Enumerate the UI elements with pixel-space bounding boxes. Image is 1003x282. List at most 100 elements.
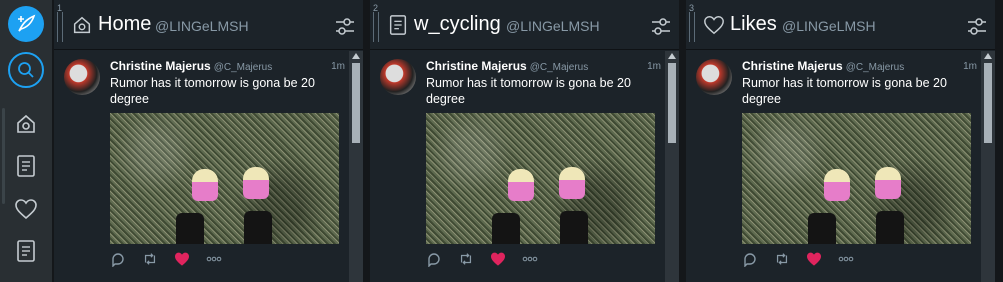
scroll-up-arrow[interactable]: [352, 53, 360, 59]
nav-item-likes[interactable]: [12, 195, 40, 223]
heart-filled-icon: [175, 252, 189, 266]
settings-sliders-icon[interactable]: [332, 13, 358, 39]
reply-icon: [112, 253, 124, 267]
tweet-time[interactable]: 1m: [647, 61, 661, 72]
column-handle: @LINGeLMSH: [155, 18, 249, 34]
column-drag-handle[interactable]: [57, 12, 63, 42]
reply-button[interactable]: [742, 251, 758, 267]
column-header: 3 Likes @LINGeLMSH: [686, 0, 995, 50]
reply-icon: [744, 253, 756, 267]
tweet-author[interactable]: Christine Majerus @C_Majerus: [742, 59, 904, 73]
scroll-up-arrow[interactable]: [668, 53, 676, 59]
author-name[interactable]: Christine Majerus: [110, 59, 211, 73]
like-button[interactable]: [174, 251, 190, 267]
scroll-thumb[interactable]: [984, 63, 992, 143]
settings-sliders-icon[interactable]: [964, 13, 990, 39]
retweet-icon: [460, 253, 472, 265]
media-shoe-left: [824, 169, 850, 201]
media-shoe-right: [243, 167, 269, 199]
retweet-button[interactable]: [458, 251, 474, 267]
tweet-media-image[interactable]: [110, 113, 339, 244]
nav-item-list-2[interactable]: [12, 237, 40, 265]
column-header: 1 Home @LINGeLMSH: [54, 0, 363, 50]
column-handle: @LINGeLMSH: [506, 18, 600, 34]
search-button[interactable]: [8, 52, 44, 88]
heart-icon: [15, 199, 37, 220]
media-leg-left: [176, 213, 204, 244]
nav-scrollbar[interactable]: [2, 108, 5, 204]
author-name[interactable]: Christine Majerus: [426, 59, 527, 73]
media-leg-left: [492, 213, 520, 244]
media-shoe-left: [192, 169, 218, 201]
author-handle[interactable]: @C_Majerus: [214, 62, 273, 73]
avatar[interactable]: [696, 59, 732, 95]
like-button[interactable]: [806, 251, 822, 267]
column-scrollbar[interactable]: [981, 51, 995, 282]
settings-sliders-icon[interactable]: [648, 13, 674, 39]
avatar[interactable]: [64, 59, 100, 95]
heart-filled-icon: [491, 252, 505, 266]
more-button[interactable]: [206, 251, 222, 267]
column-title: Likes: [730, 13, 777, 35]
column-likes: 3 Likes @LINGeLMSH Christine Majerus @C_M…: [686, 0, 995, 282]
media-leg-right: [244, 211, 272, 244]
tweet-actions: [110, 251, 238, 267]
search-icon: [18, 62, 34, 78]
compose-feather-icon: [18, 14, 36, 32]
retweet-button[interactable]: [774, 251, 790, 267]
like-button[interactable]: [490, 251, 506, 267]
author-handle[interactable]: @C_Majerus: [846, 62, 905, 73]
list-icon: [17, 240, 35, 262]
tweet-text: Rumor has it tomorrow is gona be 20 degr…: [742, 76, 947, 106]
column-home: 1 Home @LINGeLMSH Christine Majerus @C_Ma…: [54, 0, 363, 282]
more-dots-icon: [522, 256, 538, 262]
home-icon: [17, 114, 35, 133]
column-title: Home: [98, 13, 152, 35]
tweet-time[interactable]: 1m: [331, 61, 345, 72]
more-dots-icon: [838, 256, 854, 262]
more-button[interactable]: [838, 251, 854, 267]
compose-button[interactable]: [8, 6, 44, 42]
tweet-media-image[interactable]: [426, 113, 655, 244]
tweet-author[interactable]: Christine Majerus @C_Majerus: [110, 59, 272, 73]
app-nav-bar: [0, 0, 52, 282]
reply-icon: [428, 253, 440, 267]
tweet-item[interactable]: Christine Majerus @C_Majerus 1m Rumor has…: [54, 51, 349, 282]
reply-button[interactable]: [110, 251, 126, 267]
media-shoe-right: [875, 167, 901, 199]
author-name[interactable]: Christine Majerus: [742, 59, 843, 73]
column-header: 2 w_cycling @LINGeLMSH: [370, 0, 679, 50]
heart-icon: [704, 16, 724, 35]
tweet-author[interactable]: Christine Majerus @C_Majerus: [426, 59, 588, 73]
media-leg-right: [560, 211, 588, 244]
tweet-actions: [742, 251, 870, 267]
tweet-actions: [426, 251, 554, 267]
column-drag-handle[interactable]: [689, 12, 695, 42]
nav-item-list[interactable]: [12, 152, 40, 180]
column-drag-handle[interactable]: [373, 12, 379, 42]
media-shoe-right: [559, 167, 585, 199]
tweet-text: Rumor has it tomorrow is gona be 20 degr…: [110, 76, 315, 106]
avatar[interactable]: [380, 59, 416, 95]
tweet-item[interactable]: Christine Majerus @C_Majerus 1m Rumor has…: [686, 51, 981, 282]
retweet-icon: [776, 253, 788, 265]
media-leg-left: [808, 213, 836, 244]
tweet-time[interactable]: 1m: [963, 61, 977, 72]
tweet-text: Rumor has it tomorrow is gona be 20 degr…: [426, 76, 631, 106]
list-icon: [389, 15, 407, 35]
tweet-media-image[interactable]: [742, 113, 971, 244]
list-icon: [17, 155, 35, 177]
scroll-thumb[interactable]: [668, 63, 676, 143]
retweet-button[interactable]: [142, 251, 158, 267]
nav-item-home[interactable]: [12, 110, 40, 138]
reply-button[interactable]: [426, 251, 442, 267]
scroll-up-arrow[interactable]: [984, 53, 992, 59]
column-scrollbar[interactable]: [349, 51, 363, 282]
heart-filled-icon: [807, 252, 821, 266]
retweet-icon: [144, 253, 156, 265]
more-button[interactable]: [522, 251, 538, 267]
author-handle[interactable]: @C_Majerus: [530, 62, 589, 73]
tweet-item[interactable]: Christine Majerus @C_Majerus 1m Rumor has…: [370, 51, 665, 282]
scroll-thumb[interactable]: [352, 63, 360, 143]
column-scrollbar[interactable]: [665, 51, 679, 282]
